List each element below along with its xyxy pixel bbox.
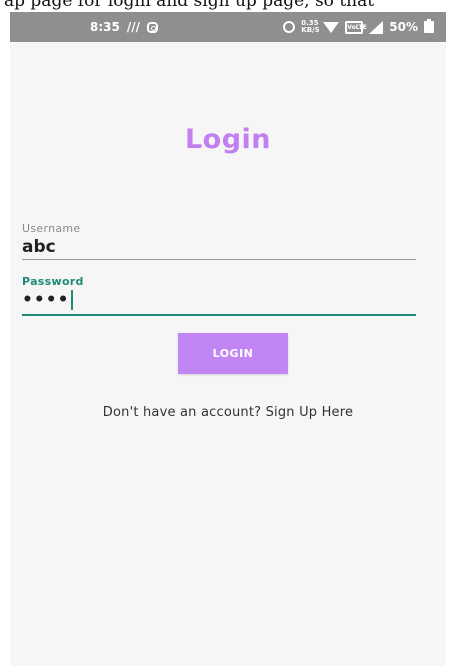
status-time: 8:35 — [90, 20, 120, 34]
signup-link[interactable]: Don't have an account? Sign Up Here — [10, 405, 446, 420]
notification-icon: /// — [126, 20, 141, 34]
volte-icon: VoLTE — [345, 20, 367, 34]
username-field[interactable]: Username abc — [22, 222, 416, 260]
battery-percent: 50% — [389, 20, 418, 34]
username-label: Username — [22, 222, 81, 235]
wifi-icon — [323, 21, 340, 33]
status-right: 0.35 KB/S VoLTE 50% — [283, 19, 434, 35]
username-underline — [22, 259, 416, 260]
document-caption: ap page for login and sign up page, so t… — [0, 0, 452, 12]
signal-icon — [369, 20, 384, 34]
password-dots: •••• — [22, 290, 70, 310]
page-title: Login — [184, 124, 272, 155]
text-cursor — [71, 290, 74, 310]
instagram-icon — [147, 21, 159, 33]
password-field[interactable]: Password •••• — [22, 275, 416, 316]
caption-text: ap page for login and sign up page, so t… — [4, 0, 375, 11]
battery-icon — [424, 19, 434, 33]
password-label: Password — [22, 275, 84, 288]
status-bar: 8:35 /// 0.35 KB/S VoLTE 50% — [10, 12, 446, 42]
password-underline — [22, 314, 416, 316]
login-button[interactable]: LOGIN — [178, 333, 288, 374]
phone-screen: 8:35 /// 0.35 KB/S VoLTE 50% Login Usern… — [10, 12, 446, 666]
alarm-icon — [283, 21, 296, 33]
username-input[interactable]: abc — [22, 235, 416, 259]
network-speed: 0.35 KB/S — [301, 19, 320, 34]
password-input[interactable]: •••• — [22, 288, 416, 312]
status-left: 8:35 /// — [90, 19, 159, 35]
